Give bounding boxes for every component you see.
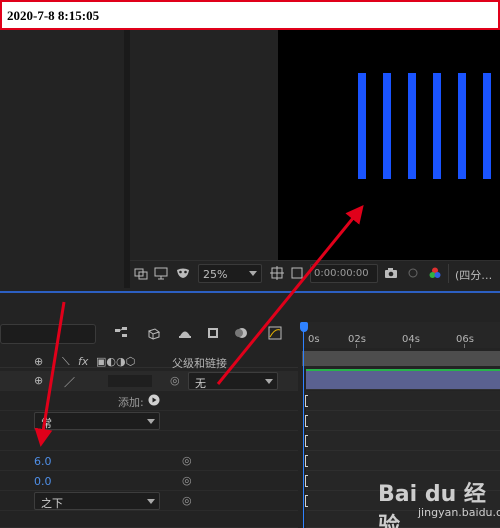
effects-column-label: fx	[78, 355, 89, 368]
mask-icon[interactable]	[176, 266, 190, 280]
property-value[interactable]: 0.0	[34, 475, 52, 488]
chevron-down-icon	[265, 379, 273, 384]
zoom-value: 25%	[203, 268, 228, 281]
layer-duration-bar[interactable]	[306, 371, 500, 390]
stripe-6	[483, 73, 491, 179]
watermark-url: jingyan.baidu.com	[418, 506, 500, 519]
stripe-4	[433, 73, 441, 179]
composition-flowchart-icon[interactable]	[114, 326, 128, 340]
stripe-1	[358, 73, 366, 179]
watermark-brand: Bai du 经验	[378, 482, 486, 528]
expression-pick-whip-icon[interactable]: ◎	[182, 475, 193, 486]
quality-switch-icon[interactable]: ／	[64, 374, 75, 390]
property-row: 6.0 ◎	[0, 451, 298, 471]
timecode-value: 0:00:00:00	[314, 268, 369, 279]
keyframe-bracket	[305, 435, 308, 447]
property-value[interactable]: 6.0	[34, 455, 52, 468]
parent-link-column-label: 父级和链接	[172, 357, 227, 370]
parent-dropdown[interactable]: 无	[188, 372, 278, 390]
timeline-track	[306, 451, 500, 471]
layer-columns-header: ⊕ ⟍ fx ▣◐◑⬡ 父级和链接	[0, 353, 298, 370]
quality-switch-icon: ⟍	[62, 355, 70, 368]
keyframe-bracket	[305, 395, 308, 407]
viewer-toolbar: 25% 0:00:00:00 (四分…	[130, 260, 500, 286]
show-snapshot-icon[interactable]	[406, 266, 420, 280]
keyframe-bracket	[305, 475, 308, 487]
property-row	[0, 431, 298, 451]
composition-canvas[interactable]	[278, 30, 500, 260]
tick-mark	[356, 344, 357, 348]
stripe-3	[408, 73, 416, 179]
grid-guides-icon[interactable]	[270, 266, 284, 280]
resolution-value: (四分…	[455, 269, 493, 282]
timestamp-banner: 2020-7-8 8:15:05	[0, 0, 500, 30]
zoom-dropdown[interactable]: 25%	[198, 264, 262, 283]
blend-mode-row: 常	[0, 411, 298, 431]
color-channels-icon[interactable]	[428, 266, 442, 280]
frame-blend-column-icon: ▣◐◑⬡	[96, 355, 136, 368]
switches-icon[interactable]: ⊕	[34, 355, 43, 368]
keyframe-bracket	[305, 495, 308, 507]
timeline-track	[306, 411, 500, 431]
property-row: 之下 ◎	[0, 491, 298, 511]
layer-search-input[interactable]	[0, 324, 96, 344]
chevron-down-icon	[147, 499, 155, 504]
expression-pick-whip-icon[interactable]: ◎	[182, 495, 193, 506]
tick-mark	[464, 344, 465, 348]
current-time-field[interactable]: 0:00:00:00	[310, 264, 378, 283]
add-label: 添加:	[118, 396, 144, 409]
add-property-row: 添加:	[0, 391, 298, 411]
region-of-interest-icon[interactable]	[134, 266, 148, 280]
tick-label-0: 0s	[308, 334, 320, 345]
resolution-dropdown[interactable]: (四分…	[448, 264, 500, 283]
camera-snapshot-icon[interactable]	[384, 266, 398, 280]
timestamp-text: 2020-7-8 8:15:05	[7, 8, 100, 23]
timeline-track	[306, 431, 500, 451]
stripe-2	[383, 73, 391, 179]
graph-editor-icon[interactable]	[268, 326, 282, 340]
monitor-icon[interactable]	[154, 266, 168, 280]
stripe-5	[458, 73, 466, 179]
keyframe-bracket	[305, 455, 308, 467]
shy-layers-icon[interactable]	[178, 326, 192, 340]
viewer-pasteboard	[130, 30, 278, 260]
playhead-handle[interactable]	[300, 322, 308, 332]
order-value: 之下	[41, 497, 63, 510]
layer-row[interactable]: ⊕ ／ ◎ 无	[0, 371, 298, 391]
playhead-line	[303, 330, 304, 528]
pick-whip-icon[interactable]: ◎	[170, 375, 181, 386]
property-row	[0, 511, 298, 528]
switches-icon[interactable]: ⊕	[34, 374, 43, 387]
baidu-watermark: Bai du 经验 jingyan.baidu.com	[378, 476, 500, 528]
order-dropdown[interactable]: 之下	[34, 492, 160, 510]
blend-mode-dropdown[interactable]: 常	[34, 412, 160, 430]
blend-mode-value: 常	[41, 417, 52, 430]
chevron-down-icon	[249, 271, 257, 276]
expression-pick-whip-icon[interactable]: ◎	[182, 455, 193, 466]
transparency-grid-icon[interactable]	[290, 266, 304, 280]
timeline-track	[306, 391, 500, 411]
tick-mark	[410, 344, 411, 348]
property-row: 0.0 ◎	[0, 471, 298, 491]
parent-value: 无	[195, 377, 206, 390]
chevron-down-icon	[147, 419, 155, 424]
draft-3d-icon[interactable]	[146, 326, 160, 340]
motion-blur-icon[interactable]	[234, 326, 248, 340]
project-panel	[0, 30, 124, 288]
work-area-bar[interactable]	[302, 351, 500, 366]
layer-switches[interactable]	[108, 375, 152, 387]
time-ruler[interactable]: 0s 02s 04s 06s	[302, 322, 500, 348]
add-menu-icon[interactable]	[148, 394, 160, 406]
frame-blending-icon[interactable]	[206, 326, 220, 340]
keyframe-bracket	[305, 415, 308, 427]
